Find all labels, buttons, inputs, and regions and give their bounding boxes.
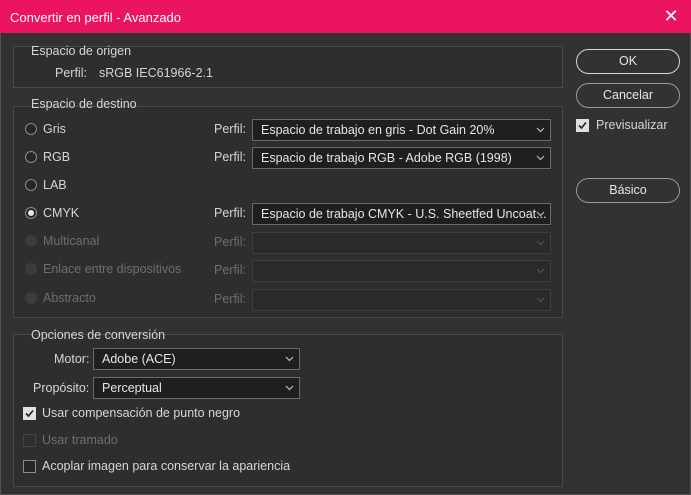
radio-lab[interactable] [25, 179, 37, 191]
dither-label: Usar tramado [42, 433, 118, 447]
gris-profile-label: Perfil: [214, 122, 246, 136]
destination-space-legend: Espacio de destino [31, 97, 137, 111]
abstracto-profile-select [252, 289, 551, 311]
rgb-profile-label: Perfil: [214, 150, 246, 164]
rgb-profile-value: Espacio de trabajo RGB - Adobe RGB (1998… [261, 151, 512, 165]
radio-rgb-label: RGB [43, 150, 71, 164]
multicanal-profile-label: Perfil: [214, 235, 246, 249]
preview-label: Previsualizar [596, 118, 668, 132]
basic-button[interactable]: Básico [576, 178, 680, 203]
chevron-down-icon [536, 268, 545, 274]
intent-select[interactable]: Perceptual [93, 377, 300, 399]
radio-abstracto-label: Abstracto [43, 291, 96, 305]
black-point-label: Usar compensación de punto negro [42, 406, 241, 420]
flatten-checkbox[interactable] [23, 460, 36, 473]
cmyk-profile-value: Espacio de trabajo CMYK - U.S. Sheetfed … [261, 207, 547, 221]
chevron-down-icon [285, 385, 294, 391]
chevron-down-icon [536, 240, 545, 246]
cmyk-profile-select[interactable]: Espacio de trabajo CMYK - U.S. Sheetfed … [252, 203, 551, 225]
gris-profile-value: Espacio de trabajo en gris - Dot Gain 20… [261, 123, 495, 137]
radio-multicanal-label: Multicanal [43, 234, 100, 248]
cmyk-profile-label: Perfil: [214, 206, 246, 220]
dither-checkbox [23, 434, 36, 447]
source-space-legend: Espacio de origen [31, 44, 132, 58]
enlace-profile-select [252, 260, 551, 282]
close-icon[interactable]: ✕ [661, 6, 681, 27]
radio-enlace [25, 263, 37, 275]
preview-checkbox[interactable] [576, 119, 589, 132]
conversion-options-legend: Opciones de conversión [31, 328, 166, 342]
radio-gris[interactable] [25, 123, 37, 135]
cancel-button[interactable]: Cancelar [576, 83, 680, 108]
radio-gris-label: Gris [43, 122, 66, 136]
dialog-body: Espacio de origen Perfil: sRGB IEC61966-… [1, 33, 690, 494]
intent-value: Perceptual [102, 381, 162, 395]
chevron-down-icon [536, 155, 545, 161]
chevron-down-icon [536, 211, 545, 217]
flatten-label: Acoplar imagen para conservar la aparien… [42, 459, 291, 473]
window-title: Convertir en perfil - Avanzado [10, 10, 182, 25]
ok-button[interactable]: OK [576, 49, 680, 74]
source-profile-label: Perfil: [55, 66, 87, 80]
abstracto-profile-label: Perfil: [214, 292, 246, 306]
title-bar: Convertir en perfil - Avanzado ✕ [0, 0, 691, 33]
radio-lab-label: LAB [43, 178, 67, 192]
engine-select[interactable]: Adobe (ACE) [93, 348, 300, 370]
enlace-profile-label: Perfil: [214, 263, 246, 277]
radio-rgb[interactable] [25, 151, 37, 163]
engine-label: Motor: [54, 352, 90, 366]
intent-label: Propósito: [33, 381, 90, 395]
chevron-down-icon [536, 297, 545, 303]
radio-multicanal [25, 235, 37, 247]
chevron-down-icon [285, 356, 294, 362]
radio-cmyk[interactable] [25, 207, 37, 219]
chevron-down-icon [536, 127, 545, 133]
source-profile-value: sRGB IEC61966-2.1 [99, 66, 213, 80]
black-point-checkbox[interactable] [23, 407, 36, 420]
radio-cmyk-label: CMYK [43, 206, 80, 220]
radio-abstracto [25, 292, 37, 304]
gris-profile-select[interactable]: Espacio de trabajo en gris - Dot Gain 20… [252, 119, 551, 141]
rgb-profile-select[interactable]: Espacio de trabajo RGB - Adobe RGB (1998… [252, 147, 551, 169]
multicanal-profile-select [252, 232, 551, 254]
engine-value: Adobe (ACE) [102, 352, 176, 366]
radio-enlace-label: Enlace entre dispositivos [43, 262, 182, 276]
checkmark-icon [25, 409, 34, 418]
checkmark-icon [578, 121, 587, 130]
